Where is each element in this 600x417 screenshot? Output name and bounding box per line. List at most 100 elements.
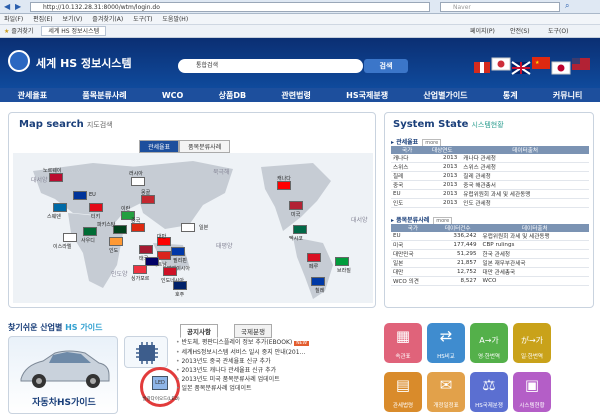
country-flag-icon[interactable]: [173, 281, 187, 290]
country-flag-icon[interactable]: [335, 257, 349, 266]
nav-hs-disputes[interactable]: HS국제분쟁: [346, 90, 388, 101]
country-flag-icon[interactable]: [139, 245, 153, 254]
browser-tab[interactable]: 세계 HS 정보시스템: [41, 26, 107, 36]
country-label[interactable]: 브라질: [337, 267, 351, 274]
country-flag-icon[interactable]: [311, 277, 325, 286]
country-flag-icon[interactable]: [63, 233, 77, 242]
country-flag-icon[interactable]: [83, 227, 97, 236]
site-search-input[interactable]: 통합검색: [178, 59, 363, 73]
safety-menu[interactable]: 안전(S): [510, 25, 530, 38]
menu-file[interactable]: 파일(F): [4, 16, 23, 23]
country-label[interactable]: 미국: [291, 211, 300, 218]
country-flag-icon[interactable]: [109, 237, 123, 246]
quick-tile[interactable]: ▣ 시스템현황: [513, 372, 551, 412]
quick-tile[interactable]: ▦ 속관표: [384, 323, 422, 363]
forward-icon[interactable]: ▶: [15, 2, 21, 11]
country-label[interactable]: 이란: [121, 205, 130, 212]
country-flag-icon[interactable]: [163, 267, 177, 276]
search-icon[interactable]: ⌕: [565, 1, 569, 11]
country-flag-icon[interactable]: [277, 181, 291, 190]
page-menu[interactable]: 페이지(P): [470, 25, 495, 38]
country-label[interactable]: 몽골: [141, 189, 150, 196]
quick-tile[interactable]: ▤ 관세법령: [384, 372, 422, 412]
menu-favorites[interactable]: 즐겨찾기(A): [92, 16, 123, 23]
table-row[interactable]: 대만 12,752 대만 관세총국: [391, 267, 589, 277]
country-label[interactable]: 파키스탄: [97, 221, 115, 228]
country-flag-icon[interactable]: [171, 247, 185, 256]
nav-wco[interactable]: WCO: [162, 91, 184, 100]
table-row[interactable]: WCO 의견 8,527 WCO: [391, 276, 589, 286]
country-flag-icon[interactable]: [53, 203, 67, 212]
country-label[interactable]: 칠레: [315, 287, 324, 294]
browser-search-field[interactable]: Naver: [440, 2, 560, 12]
list-item[interactable]: 일본 품목분류사례 업데이트: [176, 384, 376, 393]
tab-notices[interactable]: 공지사항: [180, 324, 218, 338]
country-flag-icon[interactable]: [289, 201, 303, 210]
menu-edit[interactable]: 편집(E): [33, 16, 53, 23]
country-label[interactable]: 싱가포르: [131, 275, 149, 282]
country-label[interactable]: 필리핀: [173, 257, 187, 264]
table-row[interactable]: 캐나다 2013 캐나다 관세청: [391, 154, 589, 163]
country-flag-icon[interactable]: [293, 225, 307, 234]
nav-community[interactable]: 커뮤니티: [553, 90, 582, 101]
star-icon[interactable]: ★: [4, 28, 9, 35]
country-flag-icon[interactable]: [73, 191, 87, 200]
favorites-button[interactable]: 즐겨찾기: [11, 28, 33, 35]
search-button[interactable]: 검색: [364, 59, 408, 73]
country-label[interactable]: 일본: [199, 224, 208, 231]
country-label[interactable]: 멕시코: [289, 235, 303, 242]
site-title[interactable]: 세계 HS 정보시스템: [36, 55, 132, 71]
list-item[interactable]: 2013년도 캐나다 관세율표 신규 추가: [176, 366, 376, 375]
nav-product-db[interactable]: 상품DB: [219, 90, 246, 101]
semiconductor-guide-card[interactable]: [124, 336, 168, 368]
country-label[interactable]: 터키: [91, 213, 100, 220]
country-label[interactable]: 스웨덴: [47, 213, 61, 220]
menu-help[interactable]: 도움말(H): [162, 16, 188, 23]
table-row[interactable]: 중국 2013 중국 해관총서: [391, 180, 589, 190]
tab-disputes[interactable]: 국제분쟁: [234, 324, 272, 338]
table-row[interactable]: EU 336,242 유럽위원회 과세 및 세관동맹: [391, 232, 589, 241]
table-row[interactable]: 스위스 2013 스위스 관세청: [391, 162, 589, 172]
country-flag-icon[interactable]: [49, 173, 63, 182]
list-item[interactable]: 2013년도 미국 품목분류사례 업데이트: [176, 375, 376, 384]
url-field[interactable]: http://10.132.28.31:8000/wtm/login.do: [30, 2, 430, 12]
nav-tariff[interactable]: 관세율표: [18, 90, 47, 101]
country-label[interactable]: EU: [89, 192, 96, 198]
nav-laws[interactable]: 관련법령: [281, 90, 310, 101]
nav-statistics[interactable]: 통계: [503, 90, 518, 101]
table-row[interactable]: 칠레 2013 칠레 관세청: [391, 171, 589, 181]
country-label[interactable]: 인도: [109, 247, 118, 254]
country-flag-icon[interactable]: [145, 257, 159, 266]
list-item[interactable]: 세계HS정보시스템 서비스 일시 중지 안내(201...: [176, 348, 376, 357]
country-flag-icon[interactable]: [181, 223, 195, 232]
table-row[interactable]: 대만민국 51,295 한국 관세청: [391, 249, 589, 259]
quick-tile[interactable]: A→가 영·한번역: [470, 323, 508, 363]
country-flag-icon[interactable]: [141, 195, 155, 204]
country-label[interactable]: 러시아: [129, 170, 143, 177]
table-row[interactable]: 인도 2013 인도 관세청: [391, 198, 589, 208]
country-flag-icon[interactable]: [133, 265, 147, 274]
country-label[interactable]: 대만: [157, 233, 166, 240]
quick-tile[interactable]: ⚖ HS국제분쟁: [470, 372, 508, 412]
site-logo-icon[interactable]: [8, 50, 30, 72]
list-item[interactable]: 반도체, 평판디스플레이 정보 추가(EBOOK)NEW: [176, 338, 376, 348]
country-flag-icon[interactable]: [157, 251, 171, 260]
map-tab-classification[interactable]: 품목분류사례: [179, 140, 231, 153]
country-flag-icon[interactable]: [307, 253, 321, 262]
country-flag-icon[interactable]: [89, 203, 103, 212]
country-label[interactable]: 노르웨이: [43, 167, 61, 174]
quick-tile[interactable]: ⇄ HS비교: [427, 323, 465, 363]
country-label[interactable]: 캐나다: [277, 175, 291, 182]
list-item[interactable]: 2013년도 중국 관세율표 신규 추가: [176, 357, 376, 366]
back-icon[interactable]: ◀: [4, 2, 10, 11]
nav-classification[interactable]: 품목분류사례: [82, 90, 126, 101]
map-tab-tariff[interactable]: 관세율표: [139, 140, 180, 153]
country-flag-icon[interactable]: [131, 177, 145, 186]
quick-tile[interactable]: が→가 일·한번역: [513, 323, 551, 363]
table-row[interactable]: 미국 177,449 CBP rulings: [391, 240, 589, 250]
country-label[interactable]: 이스라엘: [53, 243, 71, 250]
table-row[interactable]: EU 2013 유럽위원회 과세 및 세관동맹: [391, 189, 589, 199]
car-guide-card[interactable]: 자동차HS가이드: [8, 336, 118, 414]
tools-menu[interactable]: 도구(O): [548, 25, 568, 38]
country-label[interactable]: 호주: [175, 291, 184, 298]
